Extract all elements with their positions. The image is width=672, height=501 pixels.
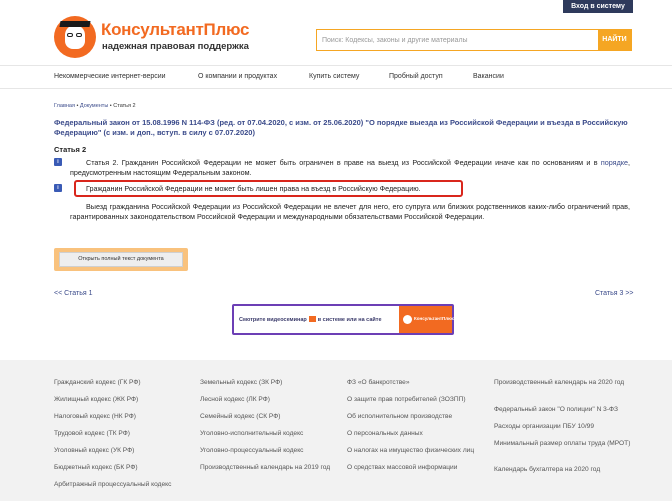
footer-link[interactable]: Жилищный кодекс (ЖК РФ) <box>54 395 138 404</box>
login-button[interactable]: Вход в систему <box>563 0 633 13</box>
logo-title: КонсультантПлюс <box>101 20 250 39</box>
footer-link[interactable]: О налогах на имущество физических лиц <box>347 446 474 455</box>
footer-link[interactable]: Календарь бухгалтера на 2020 год <box>494 465 600 474</box>
nav-item-buy[interactable]: Купить систему <box>309 73 359 80</box>
next-article-link[interactable]: Статья 3 >> <box>595 290 634 297</box>
footer-link[interactable]: Налоговый кодекс (НК РФ) <box>54 412 136 421</box>
open-full-text-wrapper: Открыть полный текст документа <box>54 248 188 271</box>
play-icon <box>308 316 316 322</box>
footer-link[interactable]: Лесной кодекс (ЛК РФ) <box>200 395 270 404</box>
nav-item-trial[interactable]: Пробный доступ <box>389 73 443 80</box>
footer-link[interactable]: Федеральный закон "О полиции" N 3-ФЗ <box>494 405 618 414</box>
footer-link[interactable]: Уголовно-исполнительный кодекс <box>200 429 303 438</box>
article-title: Статья 2 <box>54 145 87 154</box>
search-button[interactable]: НАЙТИ <box>598 30 631 50</box>
banner-logo-text: КонсультантПлюс <box>414 316 455 321</box>
nav-item-about[interactable]: О компании и продуктах <box>198 73 277 80</box>
order-link[interactable]: порядке <box>601 158 628 167</box>
divider <box>0 88 672 89</box>
footer-link[interactable]: Семейный кодекс (СК РФ) <box>200 412 280 421</box>
footer-link[interactable]: О защите прав потребителей (ЗОЗПП) <box>347 395 466 404</box>
search-input[interactable] <box>317 30 598 50</box>
info-icon[interactable]: i <box>54 184 62 192</box>
footer-link[interactable]: Уголовно-процессуальный кодекс <box>200 446 303 455</box>
logo-mascot-icon <box>403 315 412 324</box>
logo[interactable]: КонсультантПлюс надежная правовая поддер… <box>54 16 254 60</box>
search-bar: НАЙТИ <box>316 29 632 51</box>
footer-link[interactable]: Земельный кодекс (ЗК РФ) <box>200 378 282 387</box>
footer-link[interactable]: Минимальный размер оплаты труда (МРОТ) <box>494 439 634 448</box>
paragraph-text: Статья 2. Гражданин Российской Федерации… <box>86 158 601 167</box>
paragraph-1: Статья 2. Гражданин Российской Федерации… <box>70 158 630 178</box>
nav-item-internet-versions[interactable]: Некоммерческие интернет-версии <box>54 73 166 80</box>
breadcrumb-current: Статья 2 <box>113 103 136 109</box>
paragraph-2: Гражданин Российской Федерации не может … <box>86 184 421 193</box>
footer-link[interactable]: Бюджетный кодекс (БК РФ) <box>54 463 138 472</box>
footer-link[interactable]: Производственный календарь на 2019 год <box>200 463 332 472</box>
banner-text-end: в системе или на сайте <box>317 317 382 323</box>
footer-link[interactable]: Об исполнительном производстве <box>347 412 452 421</box>
breadcrumb-docs[interactable]: Документы <box>80 103 108 109</box>
footer-link[interactable]: Уголовный кодекс (УК РФ) <box>54 446 134 455</box>
paragraph-3: Выезд гражданина Российской Федерации из… <box>70 202 630 221</box>
document-title[interactable]: Федеральный закон от 15.08.1996 N 114-ФЗ… <box>54 118 634 137</box>
breadcrumb: Главная • Документы • Статья 2 <box>54 103 136 109</box>
footer-link[interactable]: О средствах массовой информации <box>347 463 457 472</box>
footer-link[interactable]: Гражданский кодекс (ГК РФ) <box>54 378 141 387</box>
nav-item-vacancies[interactable]: Вакансии <box>473 73 504 80</box>
banner-text: Смотрите видеосеминар в системе или на са… <box>239 316 382 323</box>
open-full-text-button[interactable]: Открыть полный текст документа <box>59 252 183 267</box>
banner-text-start: Смотрите видеосеминар <box>239 317 307 323</box>
footer-link[interactable]: ФЗ «О банкротстве» <box>347 378 410 387</box>
logo-mascot-icon <box>54 16 96 58</box>
video-seminar-banner[interactable]: Смотрите видеосеминар в системе или на са… <box>232 304 454 335</box>
banner-logo-block: КонсультантПлюс <box>399 306 455 333</box>
footer-link[interactable]: Трудовой кодекс (ТК РФ) <box>54 429 130 438</box>
footer-link[interactable]: Расходы организации ПБУ 10/99 <box>494 422 594 431</box>
prev-article-link[interactable]: << Статья 1 <box>54 290 93 297</box>
footer-link[interactable]: Арбитражный процессуальный кодекс <box>54 480 171 489</box>
footer-link[interactable]: Производственный календарь на 2020 год <box>494 378 634 387</box>
divider <box>0 65 672 66</box>
info-icon[interactable]: i <box>54 158 62 166</box>
logo-subtitle: надежная правовая поддержка <box>102 41 249 52</box>
breadcrumb-home[interactable]: Главная <box>54 103 75 109</box>
footer-link[interactable]: О персональных данных <box>347 429 423 438</box>
